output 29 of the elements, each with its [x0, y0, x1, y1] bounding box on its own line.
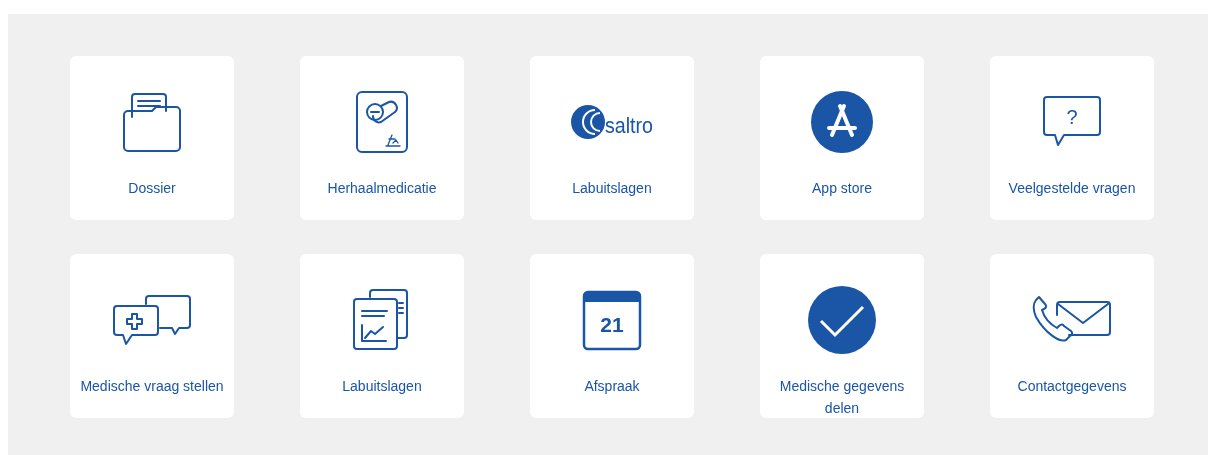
- phone-envelope-icon: [1031, 295, 1113, 345]
- app-store-icon: [811, 91, 873, 153]
- tile-label: Dossier: [127, 179, 177, 198]
- menu-tile[interactable]: saltro Labuitslagen: [530, 56, 694, 220]
- menu-tile[interactable]: App store: [760, 56, 924, 220]
- folder-icon: [122, 91, 182, 153]
- tile-label: App store: [811, 179, 873, 198]
- prescription-icon: [355, 90, 409, 154]
- tile-label: Labuitslagen: [341, 377, 423, 396]
- menu-tile[interactable]: Herhaalmedicatie: [300, 56, 464, 220]
- saltro-logo: saltro: [569, 102, 655, 142]
- menu-tile[interactable]: Labuitslagen: [300, 254, 464, 418]
- menu-tile[interactable]: Medische gegevens delen: [760, 254, 924, 418]
- chat-bubbles-icon: [112, 293, 192, 347]
- menu-tile[interactable]: Contactgegevens: [990, 254, 1154, 418]
- tile-label: Labuitslagen: [571, 179, 653, 198]
- menu-tile[interactable]: 21 Afspraak: [530, 254, 694, 418]
- menu-tile[interactable]: Medische vraag stellen: [70, 254, 234, 418]
- tile-label: Veelgestelde vragen: [1007, 179, 1137, 198]
- checkmark-icon: [808, 286, 876, 354]
- menu-tile[interactable]: ? Veelgestelde vragen: [990, 56, 1154, 220]
- tile-label: Contactgegevens: [1016, 377, 1128, 396]
- calendar-icon: 21: [582, 289, 642, 351]
- menu-tile[interactable]: Dossier: [70, 56, 234, 220]
- question-bubble-icon: ?: [1042, 95, 1102, 149]
- tile-label: Medische vraag stellen: [79, 377, 225, 396]
- tile-label: Afspraak: [583, 377, 641, 396]
- tile-label: Medische gegevens delen: [778, 377, 906, 418]
- tile-label: Herhaalmedicatie: [326, 179, 438, 198]
